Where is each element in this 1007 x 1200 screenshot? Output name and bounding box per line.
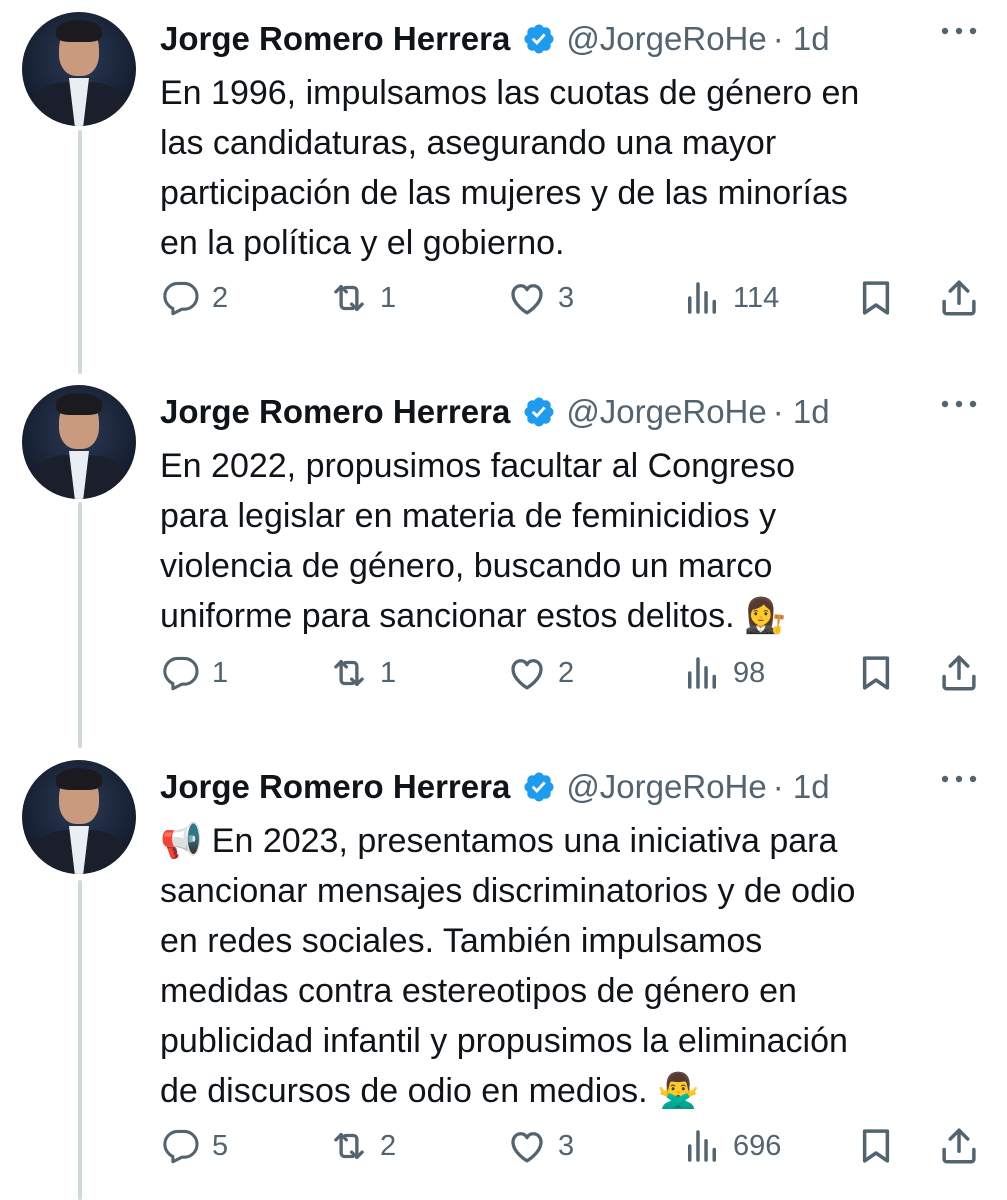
reply-icon — [163, 281, 199, 316]
tweet-text-line: de discursos de odio en medios. 🙅‍♂️ — [160, 1072, 700, 1110]
avatar[interactable] — [22, 12, 136, 126]
reply-button[interactable]: 1 — [160, 648, 228, 698]
verified-badge-icon — [524, 24, 554, 54]
tweet-text-line: sancionar mensajes discriminatorios y de… — [160, 872, 856, 910]
like-icon — [511, 659, 543, 690]
reply-count: 1 — [212, 656, 229, 689]
like-count: 3 — [558, 1129, 575, 1162]
repost-button[interactable]: 2 — [328, 1121, 396, 1171]
bookmark-button[interactable] — [855, 273, 897, 323]
views-icon — [688, 282, 716, 314]
bookmark-icon — [862, 1129, 890, 1163]
tweet-header: Jorge Romero Herrera @JorgeRoHe · 1d — [160, 387, 830, 437]
tweet-text-line: las candidaturas, asegurando una mayor — [160, 124, 777, 162]
tweet-text: En 2022, propusimos facultar al Congreso… — [160, 441, 980, 641]
tweet-text-line: publicidad infantil y propusimos la elim… — [160, 1022, 848, 1060]
reply-count: 5 — [212, 1129, 229, 1162]
tweet-header: Jorge Romero Herrera @JorgeRoHe · 1d — [160, 762, 830, 812]
views-icon — [688, 657, 716, 689]
bookmark-button[interactable] — [855, 648, 897, 698]
views-count: 98 — [733, 656, 766, 689]
tweet-text: En 1996, impulsamos las cuotas de género… — [160, 68, 980, 268]
tweet-text-line: En 1996, impulsamos las cuotas de género… — [160, 74, 860, 112]
tweet-text-line: en la política y el gobierno. — [160, 224, 565, 262]
avatar[interactable] — [22, 385, 136, 499]
bookmark-icon — [862, 281, 890, 315]
tweet-time[interactable]: · 1d — [773, 393, 830, 431]
tweet-text-line: 📢 En 2023, presentamos una iniciativa pa… — [160, 822, 838, 860]
repost-count: 1 — [380, 281, 397, 314]
reply-count: 2 — [212, 281, 229, 314]
share-icon — [942, 655, 976, 691]
reply-button[interactable]: 5 — [160, 1121, 228, 1171]
tweet-actions: 1 1 2 98 — [160, 648, 990, 698]
tweet[interactable]: Jorge Romero Herrera @JorgeRoHe · 1d En … — [0, 12, 1007, 342]
repost-button[interactable]: 1 — [328, 648, 396, 698]
tweet-time[interactable]: · 1d — [773, 20, 830, 58]
repost-icon — [334, 659, 364, 687]
like-button[interactable]: 3 — [506, 273, 574, 323]
author-name[interactable]: Jorge Romero Herrera — [160, 20, 510, 58]
tweet-text: 📢 En 2023, presentamos una iniciativa pa… — [160, 816, 980, 1116]
tweet[interactable]: Jorge Romero Herrera @JorgeRoHe · 1d 📢 E… — [0, 760, 1007, 1190]
avatar[interactable] — [22, 760, 136, 874]
repost-icon — [334, 284, 364, 312]
views-count: 696 — [733, 1129, 782, 1162]
share-button[interactable] — [938, 648, 980, 698]
share-button[interactable] — [938, 1121, 980, 1171]
share-icon — [942, 1128, 976, 1164]
tweet-text-line: uniforme para sancionar estos delitos. 👩… — [160, 597, 787, 635]
reply-icon — [163, 1129, 199, 1164]
author-name[interactable]: Jorge Romero Herrera — [160, 393, 510, 431]
verified-badge-icon — [524, 772, 554, 802]
tweet-text-line: participación de las mujeres y de las mi… — [160, 174, 848, 212]
views-icon — [688, 1130, 716, 1162]
share-icon — [942, 280, 976, 316]
verified-badge-icon — [524, 397, 554, 427]
more-options-icon[interactable] — [939, 772, 979, 786]
author-handle[interactable]: @JorgeRoHe — [566, 20, 766, 58]
reply-icon — [163, 656, 199, 691]
like-icon — [511, 1132, 543, 1163]
tweet-text-line: para legislar en materia de feminicidios… — [160, 497, 777, 535]
like-count: 3 — [558, 281, 575, 314]
tweet-time[interactable]: · 1d — [773, 768, 830, 806]
share-button[interactable] — [938, 273, 980, 323]
repost-count: 2 — [380, 1129, 397, 1162]
like-button[interactable]: 3 — [506, 1121, 574, 1171]
author-handle[interactable]: @JorgeRoHe — [566, 393, 766, 431]
tweet[interactable]: Jorge Romero Herrera @JorgeRoHe · 1d En … — [0, 385, 1007, 715]
repost-count: 1 — [380, 656, 397, 689]
views-button[interactable]: 696 — [681, 1121, 781, 1171]
tweet-text-line: medidas contra estereotipos de género en — [160, 972, 797, 1010]
like-icon — [511, 284, 543, 315]
tweet-header: Jorge Romero Herrera @JorgeRoHe · 1d — [160, 14, 830, 64]
more-options-icon[interactable] — [939, 397, 979, 411]
like-count: 2 — [558, 656, 575, 689]
more-options-icon[interactable] — [939, 24, 979, 38]
author-handle[interactable]: @JorgeRoHe — [566, 768, 766, 806]
bookmark-button[interactable] — [855, 1121, 897, 1171]
repost-icon — [334, 1132, 364, 1160]
bookmark-icon — [862, 656, 890, 690]
tweet-actions: 5 2 3 696 — [160, 1121, 990, 1171]
tweet-actions: 2 1 3 114 — [160, 273, 990, 323]
tweet-text-line: En 2022, propusimos facultar al Congreso — [160, 447, 796, 485]
author-name[interactable]: Jorge Romero Herrera — [160, 768, 510, 806]
views-button[interactable]: 98 — [681, 648, 765, 698]
repost-button[interactable]: 1 — [328, 273, 396, 323]
like-button[interactable]: 2 — [506, 648, 574, 698]
tweet-text-line: en redes sociales. También impulsamos — [160, 922, 763, 960]
views-button[interactable]: 114 — [681, 273, 779, 323]
reply-button[interactable]: 2 — [160, 273, 228, 323]
views-count: 114 — [733, 281, 780, 314]
tweet-text-line: violencia de género, buscando un marco — [160, 547, 773, 585]
